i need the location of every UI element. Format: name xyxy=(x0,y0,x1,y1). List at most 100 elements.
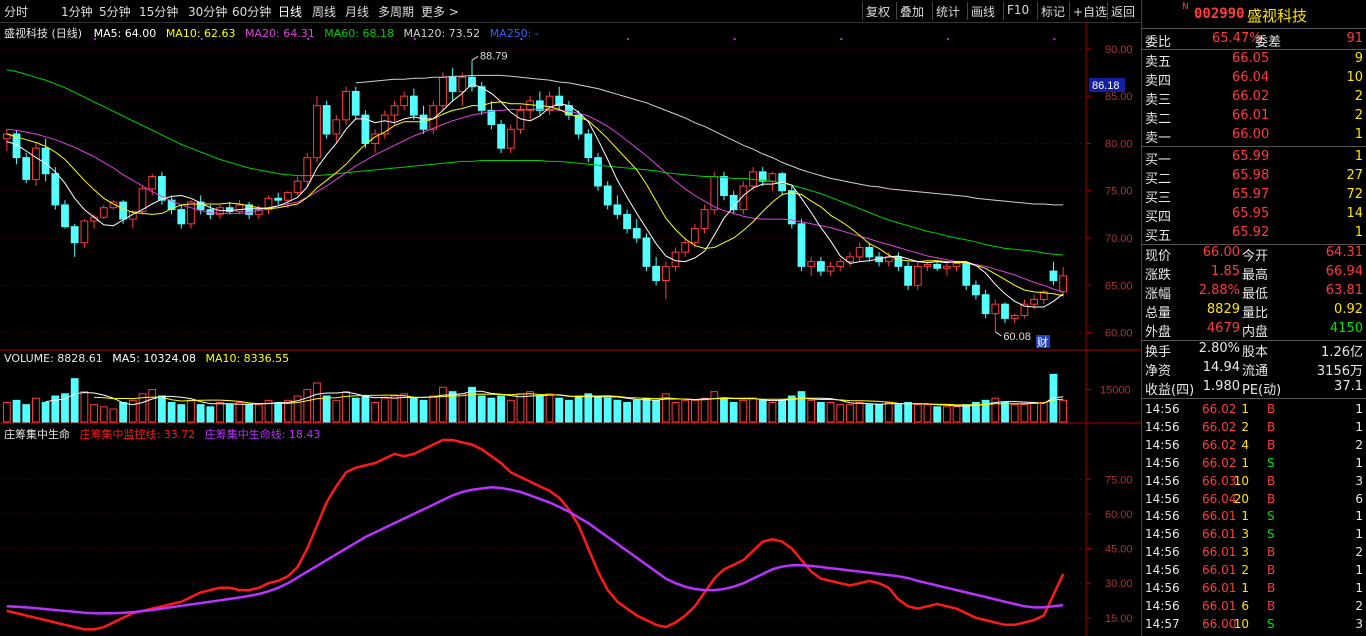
volume-bar xyxy=(371,402,379,423)
candle xyxy=(80,220,89,244)
tick-side: S xyxy=(1267,509,1275,524)
toolbar-action-2[interactable]: 统计 xyxy=(936,3,960,20)
buy-level-price: 65.92 xyxy=(1232,225,1270,240)
toolbar-item-1[interactable]: 1分钟 xyxy=(61,3,93,20)
toolbar-action-1[interactable]: 叠加 xyxy=(900,3,924,20)
volume-bar xyxy=(545,393,554,423)
tick-side: B xyxy=(1267,563,1276,578)
volume-bar xyxy=(361,395,370,423)
tick-time: 14:56 xyxy=(1145,473,1180,488)
candle xyxy=(400,95,409,107)
stat-value: 64.31 xyxy=(1325,245,1363,260)
volume-bar xyxy=(70,378,79,423)
volume-bar xyxy=(555,397,564,423)
candle xyxy=(342,90,350,121)
volume-bar xyxy=(691,399,699,423)
candle xyxy=(826,265,835,272)
sell-level-row[interactable]: 卖一 66.00 1 xyxy=(1142,126,1366,146)
kline-chart[interactable]: 90.00 85.00 80.00 75.00 70.00 65.00 60.00 86.18… xyxy=(0,22,1141,636)
volume-bar xyxy=(865,404,874,423)
toolbar-separator xyxy=(1107,2,1108,20)
volume-bar xyxy=(1030,402,1038,423)
buy-level-price: 65.95 xyxy=(1232,206,1270,221)
toolbar-item-10[interactable]: 更多 > xyxy=(421,3,459,20)
volume-bar xyxy=(875,404,883,423)
sell-level-label: 卖五 xyxy=(1145,55,1172,70)
volume-bar xyxy=(506,399,515,423)
fundamental-row: 净资 14.94 流通 3156万 xyxy=(1142,359,1366,379)
toolbar-action-6[interactable]: +自选 xyxy=(1073,3,1107,20)
toolbar-item-2[interactable]: 5分钟 xyxy=(99,3,131,20)
tick-time: 14:56 xyxy=(1145,419,1180,434)
volume-bar xyxy=(904,402,912,423)
toolbar-separator xyxy=(896,2,897,20)
tick-price: 66.02 xyxy=(1202,437,1237,452)
tick-row: 14:56 66.01 1 S 1 xyxy=(1142,508,1366,525)
volume-bar xyxy=(245,404,254,423)
toolbar-item-6[interactable]: 日线 xyxy=(278,3,302,20)
volume-bar xyxy=(652,399,661,423)
tick-side: S xyxy=(1267,616,1275,631)
candle xyxy=(448,76,457,92)
candle xyxy=(274,197,283,201)
candle xyxy=(642,237,651,267)
tick-row: 14:57 66.00 10 S 3 xyxy=(1142,616,1366,633)
toolbar-action-3[interactable]: 画线 xyxy=(971,3,995,20)
volume-bar xyxy=(632,399,641,423)
buy-level-volume: 1 xyxy=(1354,149,1363,164)
volume-bar xyxy=(409,397,418,423)
tick-count: 3 xyxy=(1355,473,1363,488)
buy-level-row[interactable]: 买五 65.92 1 xyxy=(1142,224,1366,244)
buy-level-row[interactable]: 买二 65.98 27 xyxy=(1142,167,1366,187)
tick-volume: 1 xyxy=(1241,509,1249,524)
toolbar-item-0[interactable]: 分时 xyxy=(4,3,28,20)
candle xyxy=(235,204,244,213)
toolbar-item-7[interactable]: 周线 xyxy=(312,3,336,20)
sell-level-row[interactable]: 卖二 66.01 2 xyxy=(1142,107,1366,127)
candle xyxy=(1010,315,1019,319)
volume-bar xyxy=(962,404,971,423)
toolbar-action-0[interactable]: 复权 xyxy=(866,3,890,20)
tick-count: 1 xyxy=(1355,563,1363,578)
tick-price: 66.00 xyxy=(1202,616,1237,631)
event-marker xyxy=(840,38,843,40)
indicator-axis-label: 15.00 xyxy=(1105,613,1133,625)
sell-level-row[interactable]: 卖四 66.04 10 xyxy=(1142,69,1366,89)
volume-bar xyxy=(826,402,835,423)
candle xyxy=(991,303,1000,315)
quote-panel: N 002990 盛视科技 委比 65.47% 委差 91 卖五 66.05 9 卖四 66.04 10… xyxy=(1141,0,1366,636)
toolbar-item-8[interactable]: 月线 xyxy=(345,3,369,20)
toolbar-action-5[interactable]: 标记 xyxy=(1041,3,1065,20)
toolbar-action-7[interactable]: 返回 xyxy=(1111,3,1135,20)
volume-bar xyxy=(1010,404,1019,423)
toolbar-item-9[interactable]: 多周期 xyxy=(378,3,414,20)
volume-bar xyxy=(681,399,690,423)
sell-level-row[interactable]: 卖五 66.05 9 xyxy=(1142,50,1366,70)
toolbar-separator xyxy=(932,2,933,20)
toolbar-action-4[interactable]: F10 xyxy=(1007,3,1029,17)
fundamental-label: 股本 xyxy=(1242,345,1269,360)
stock-period-title: 盛视科技 (日线) xyxy=(4,27,83,40)
volume-bar xyxy=(623,402,631,423)
buy-level-price: 65.99 xyxy=(1232,149,1270,164)
volume-bar xyxy=(22,404,31,423)
volume-bar xyxy=(429,395,438,423)
tick-row: 14:56 66.01 3 B 2 xyxy=(1142,544,1366,561)
volume-bar xyxy=(768,402,777,423)
indicator-axis-label: 45.00 xyxy=(1105,544,1133,556)
buy-level-price: 65.97 xyxy=(1232,187,1270,202)
toolbar-item-4[interactable]: 30分钟 xyxy=(188,3,227,20)
event-marker xyxy=(946,38,949,40)
tick-count: 1 xyxy=(1355,509,1363,524)
toolbar-item-5[interactable]: 60分钟 xyxy=(232,3,271,20)
candle xyxy=(681,242,690,253)
toolbar-item-3[interactable]: 15分钟 xyxy=(139,3,178,20)
indicator-axis-label: 30.00 xyxy=(1105,578,1133,590)
buy-level-row[interactable]: 买一 65.99 1 xyxy=(1142,148,1366,168)
stat-label: 内盘 xyxy=(1242,325,1269,340)
tick-price: 66.02 xyxy=(1202,419,1237,434)
sell-level-row[interactable]: 卖三 66.02 2 xyxy=(1142,88,1366,108)
buy-level-row[interactable]: 买三 65.97 72 xyxy=(1142,186,1366,206)
buy-level-row[interactable]: 买四 65.95 14 xyxy=(1142,205,1366,225)
volume-bar xyxy=(603,397,612,423)
